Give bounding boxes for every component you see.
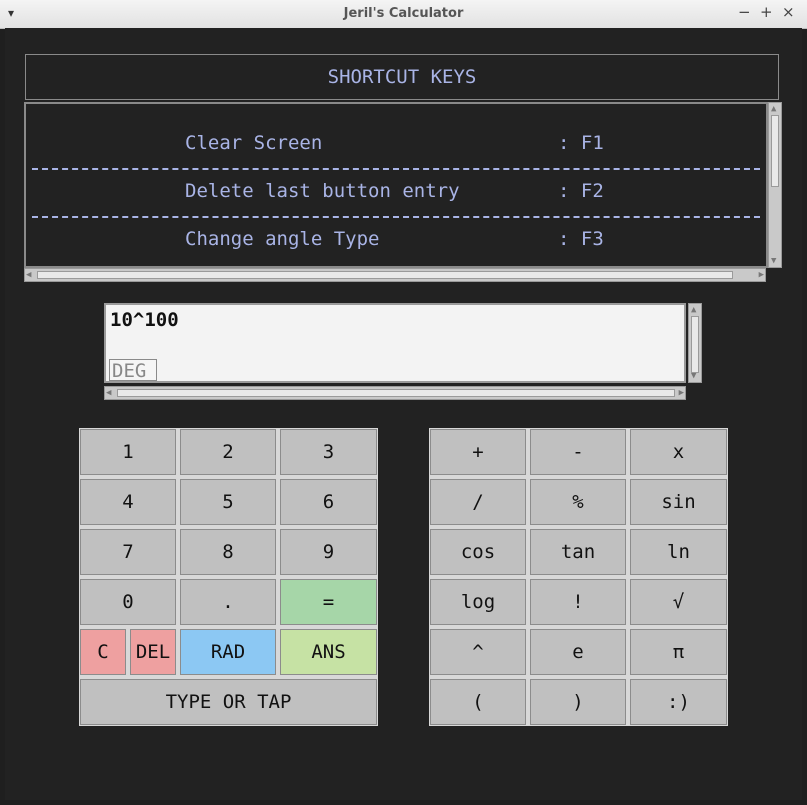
key-1[interactable]: 1 xyxy=(80,429,176,475)
log-button[interactable]: log xyxy=(430,579,526,625)
decimal-point-button[interactable]: . xyxy=(180,579,276,625)
close-icon[interactable]: × xyxy=(782,3,795,21)
shortcut-panel: Clear Screen : F1 Delete last button ent… xyxy=(24,102,768,268)
shortcut-row: Delete last button entry : F2 xyxy=(185,180,745,206)
delete-button[interactable]: DEL xyxy=(130,629,176,675)
scrollbar-thumb[interactable] xyxy=(771,115,779,187)
scroll-left-arrow-icon[interactable]: ◀ xyxy=(26,270,31,280)
key-2[interactable]: 2 xyxy=(180,429,276,475)
cos-button[interactable]: cos xyxy=(430,529,526,575)
minus-button[interactable]: - xyxy=(530,429,626,475)
key-4[interactable]: 4 xyxy=(80,479,176,525)
scroll-right-arrow-icon[interactable]: ▶ xyxy=(759,270,764,280)
key-9[interactable]: 9 xyxy=(280,529,377,575)
shortcut-key: : F1 xyxy=(558,132,604,154)
scroll-left-arrow-icon[interactable]: ◀ xyxy=(106,388,111,398)
tan-button[interactable]: tan xyxy=(530,529,626,575)
key-5[interactable]: 5 xyxy=(180,479,276,525)
rad-toggle-button[interactable]: RAD xyxy=(180,629,276,675)
shortcut-key: : F2 xyxy=(558,180,604,202)
scroll-down-arrow-icon[interactable]: ▼ xyxy=(691,371,696,381)
shortcut-label: Clear Screen xyxy=(185,132,323,154)
divide-button[interactable]: / xyxy=(430,479,526,525)
percent-button[interactable]: % xyxy=(530,479,626,525)
scrollbar-thumb[interactable] xyxy=(37,271,733,279)
scrollbar-thumb[interactable] xyxy=(691,316,699,373)
shortcut-label: Change angle Type xyxy=(185,228,380,250)
angle-mode-indicator: DEG xyxy=(109,359,157,382)
scroll-up-arrow-icon[interactable]: ▲ xyxy=(691,305,696,315)
display-horizontal-scrollbar[interactable]: ◀ ▶ xyxy=(104,386,686,400)
shortcut-vertical-scrollbar[interactable]: ▲ ▼ xyxy=(768,102,782,268)
sin-button[interactable]: sin xyxy=(630,479,727,525)
key-7[interactable]: 7 xyxy=(80,529,176,575)
shortcut-horizontal-scrollbar[interactable]: ◀ ▶ xyxy=(24,268,766,282)
factorial-button[interactable]: ! xyxy=(530,579,626,625)
clear-button[interactable]: C xyxy=(80,629,126,675)
key-8[interactable]: 8 xyxy=(180,529,276,575)
maximize-icon[interactable]: + xyxy=(760,3,773,21)
scroll-right-arrow-icon[interactable]: ▶ xyxy=(679,388,684,398)
euler-constant-button[interactable]: e xyxy=(530,629,626,675)
multiply-button[interactable]: x xyxy=(630,429,727,475)
key-3[interactable]: 3 xyxy=(280,429,377,475)
scroll-down-arrow-icon[interactable]: ▼ xyxy=(771,256,776,266)
key-6[interactable]: 6 xyxy=(280,479,377,525)
scrollbar-thumb[interactable] xyxy=(117,389,675,397)
shortcut-heading: SHORTCUT KEYS xyxy=(25,54,779,100)
display-vertical-scrollbar[interactable]: ▲ ▼ xyxy=(688,303,702,383)
scroll-up-arrow-icon[interactable]: ▲ xyxy=(771,104,776,114)
open-paren-button[interactable]: ( xyxy=(430,679,526,725)
smiley-button[interactable]: :) xyxy=(630,679,727,725)
pi-button[interactable]: π xyxy=(630,629,727,675)
window-title: Jeril's Calculator xyxy=(343,6,464,21)
shortcut-row: Clear Screen : F1 xyxy=(185,132,745,158)
plus-button[interactable]: + xyxy=(430,429,526,475)
shortcut-row: Change angle Type : F3 xyxy=(185,228,745,254)
answer-button[interactable]: ANS xyxy=(280,629,377,675)
power-button[interactable]: ^ xyxy=(430,629,526,675)
close-paren-button[interactable]: ) xyxy=(530,679,626,725)
equals-button[interactable]: = xyxy=(280,579,377,625)
shortcut-label: Delete last button entry xyxy=(185,180,460,202)
minimize-icon[interactable]: − xyxy=(738,3,751,21)
key-0[interactable]: 0 xyxy=(80,579,176,625)
shortcut-key: : F3 xyxy=(558,228,604,250)
ln-button[interactable]: ln xyxy=(630,529,727,575)
type-or-tap-button[interactable]: TYPE OR TAP xyxy=(80,679,377,725)
title-bar: ▾ Jeril's Calculator − + × xyxy=(0,0,807,29)
dashed-divider xyxy=(32,216,760,218)
square-root-button[interactable]: √ xyxy=(630,579,727,625)
dashed-divider xyxy=(32,168,760,170)
calculator-display[interactable]: 10^100 DEG xyxy=(104,303,686,383)
expression-text: 10^100 xyxy=(110,309,179,331)
